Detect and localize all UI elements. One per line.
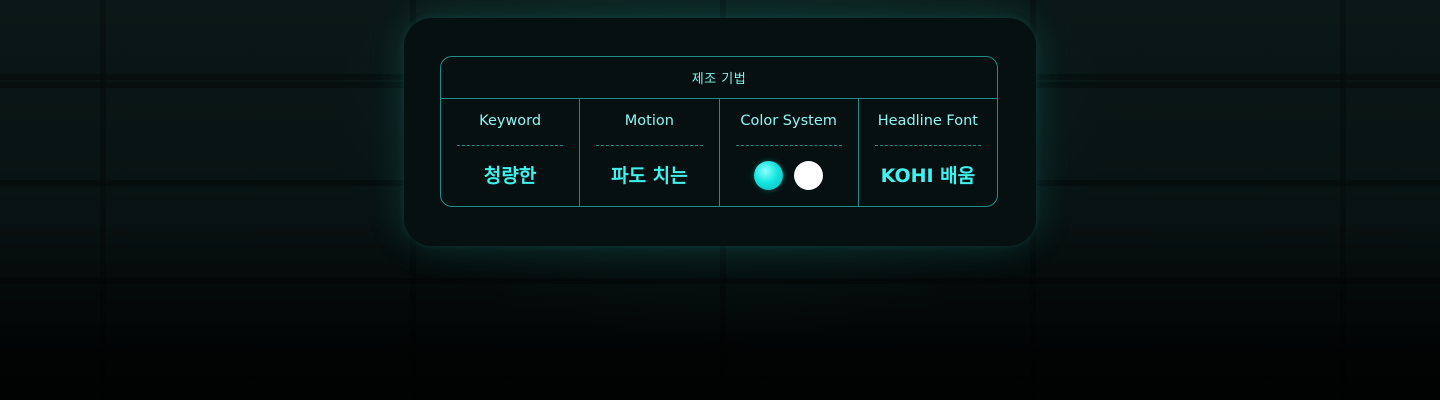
dashed-divider (596, 145, 703, 146)
spec-table: 제조 기법 Keyword 청량한 Motion 파도 치는 Color Sys… (440, 56, 998, 207)
dashed-divider (735, 145, 842, 146)
column-value: 청량한 (483, 165, 537, 187)
cyan-color-swatch (754, 161, 784, 190)
column-label: Keyword (479, 113, 542, 129)
column-headline-font: Headline Font KOHI 배움 (857, 99, 997, 206)
column-motion: Motion 파도 치는 (579, 99, 718, 206)
column-color-system: Color System (718, 99, 858, 206)
table-title: 제조 기법 (441, 57, 997, 99)
column-label: Color System (740, 113, 837, 129)
dashed-divider (457, 145, 564, 146)
dashed-divider (874, 145, 981, 146)
column-label: Headline Font (877, 113, 978, 129)
glowing-signboard: 제조 기법 Keyword 청량한 Motion 파도 치는 Color Sys… (404, 18, 1036, 246)
white-color-swatch (794, 161, 824, 190)
column-value: KOHI 배움 (880, 165, 976, 187)
color-swatches (720, 161, 858, 190)
column-keyword: Keyword 청량한 (441, 99, 579, 206)
column-label: Motion (624, 113, 674, 129)
spec-columns: Keyword 청량한 Motion 파도 치는 Color System He… (441, 99, 997, 206)
column-value: 파도 치는 (611, 165, 688, 187)
